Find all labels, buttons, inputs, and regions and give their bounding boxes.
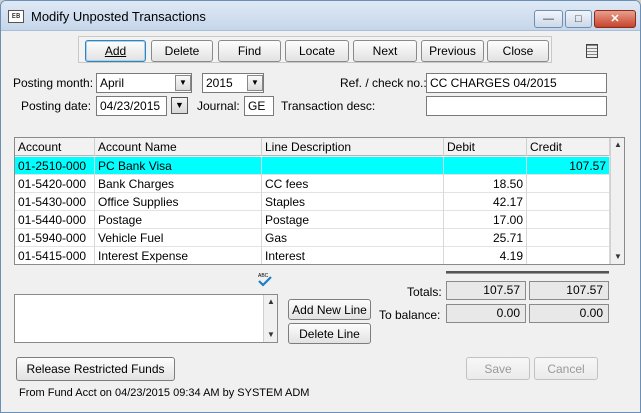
scroll-down-icon[interactable]: ▼ xyxy=(611,250,624,264)
cell-account[interactable]: 01-5430-000 xyxy=(15,193,95,211)
release-restricted-funds-button[interactable]: Release Restricted Funds xyxy=(16,357,175,381)
notes-scroll-down-icon[interactable]: ▼ xyxy=(264,328,278,342)
posting-date-input[interactable]: 04/23/2015 xyxy=(96,96,167,116)
cell-account[interactable]: 01-5420-000 xyxy=(15,175,95,193)
table-row[interactable]: 01-5940-000 Vehicle Fuel Gas 25.71 xyxy=(15,229,610,247)
cell-line-description[interactable]: CC fees xyxy=(262,175,444,193)
cell-line-description[interactable]: Staples xyxy=(262,193,444,211)
table-row[interactable]: 01-5415-000 Interest Expense Interest 4.… xyxy=(15,247,610,264)
maximize-button[interactable]: □ xyxy=(565,10,592,28)
cell-credit[interactable] xyxy=(527,247,610,264)
cell-account[interactable]: 01-5415-000 xyxy=(15,247,95,264)
column-header-line-description[interactable]: Line Description xyxy=(262,138,444,156)
previous-button[interactable]: Previous xyxy=(421,40,484,62)
ref-check-label: Ref. / check no.: xyxy=(340,76,427,90)
close-window-button[interactable]: ✕ xyxy=(594,10,636,28)
cancel-button[interactable]: Cancel xyxy=(534,357,598,380)
totals-label: Totals: xyxy=(407,285,442,299)
delete-line-button[interactable]: Delete Line xyxy=(288,323,371,344)
cell-credit[interactable] xyxy=(527,175,610,193)
cell-account[interactable]: 01-5940-000 xyxy=(15,229,95,247)
line-notes-textarea[interactable]: ▲ ▼ xyxy=(14,294,278,343)
posting-month-label: Posting month: xyxy=(13,76,94,90)
posting-date-label: Posting date: xyxy=(21,99,92,113)
grid-header: Account Account Name Line Description De… xyxy=(15,138,610,156)
cell-account-name[interactable]: Office Supplies xyxy=(95,193,262,211)
total-credit-field: 107.57 xyxy=(529,281,609,300)
save-button[interactable]: Save xyxy=(466,357,530,380)
cell-line-description[interactable]: Gas xyxy=(262,229,444,247)
posting-year-value: 2015 xyxy=(206,76,233,90)
audit-footer: From Fund Acct on 04/23/2015 09:34 AM by… xyxy=(19,387,310,399)
calculator-icon[interactable] xyxy=(586,44,598,58)
close-button[interactable]: Close xyxy=(487,40,549,62)
transaction-desc-input[interactable] xyxy=(426,96,607,116)
record-toolbar: Add Delete Find Locate Next Previous Clo… xyxy=(78,36,552,63)
total-debit-field: 107.57 xyxy=(446,281,526,300)
grid-scrollbar[interactable]: ▲ ▼ xyxy=(610,138,624,264)
balance-debit-field: 0.00 xyxy=(446,304,526,323)
cell-debit[interactable]: 42.17 xyxy=(444,193,527,211)
cell-credit[interactable]: 107.57 xyxy=(527,157,610,175)
delete-button[interactable]: Delete xyxy=(151,40,213,62)
transaction-desc-label: Transaction desc: xyxy=(281,99,376,113)
find-button[interactable]: Find xyxy=(218,40,281,62)
cell-debit[interactable]: 18.50 xyxy=(444,175,527,193)
window-title: Modify Unposted Transactions xyxy=(31,9,206,24)
cell-line-description[interactable]: Postage xyxy=(262,211,444,229)
cell-account[interactable]: 01-2510-000 xyxy=(15,157,95,175)
cell-account-name[interactable]: PC Bank Visa xyxy=(95,157,262,175)
ref-check-input[interactable]: CC CHARGES 04/2015 xyxy=(426,73,607,93)
cell-debit[interactable]: 25.71 xyxy=(444,229,527,247)
to-balance-label: To balance: xyxy=(379,308,441,322)
journal-input[interactable]: GE xyxy=(244,96,274,116)
cell-debit[interactable]: 4.19 xyxy=(444,247,527,264)
transaction-lines-grid: Account Account Name Line Description De… xyxy=(14,137,625,265)
title-bar: EB Modify Unposted Transactions — □ ✕ xyxy=(1,1,640,31)
app-icon: EB xyxy=(8,10,24,23)
cell-account-name[interactable]: Postage xyxy=(95,211,262,229)
table-row[interactable]: 01-5430-000 Office Supplies Staples 42.1… xyxy=(15,193,610,211)
journal-label: Journal: xyxy=(197,99,240,113)
cell-account-name[interactable]: Interest Expense xyxy=(95,247,262,264)
posting-month-dropdown-icon[interactable]: ▼ xyxy=(175,75,191,91)
posting-month-value: April xyxy=(100,76,125,90)
next-button[interactable]: Next xyxy=(353,40,417,62)
add-button[interactable]: Add xyxy=(85,40,146,62)
table-row[interactable]: 01-2510-000 PC Bank Visa 107.57 xyxy=(15,157,610,175)
spell-check-label: ABC xyxy=(258,273,269,279)
cell-line-description[interactable] xyxy=(262,157,444,175)
cell-credit[interactable] xyxy=(527,229,610,247)
cell-account-name[interactable]: Bank Charges xyxy=(95,175,262,193)
column-header-debit[interactable]: Debit xyxy=(444,138,527,156)
minimize-button[interactable]: — xyxy=(534,10,563,28)
date-picker-dropdown-icon[interactable]: ▼ xyxy=(171,97,188,114)
table-row[interactable]: 01-5440-000 Postage Postage 17.00 xyxy=(15,211,610,229)
table-row[interactable]: 01-5420-000 Bank Charges CC fees 18.50 xyxy=(15,175,610,193)
notes-scrollbar[interactable]: ▲ ▼ xyxy=(263,295,277,342)
modify-unposted-transactions-window: EB Modify Unposted Transactions — □ ✕ Ad… xyxy=(0,0,641,413)
cell-debit[interactable] xyxy=(444,157,527,175)
balance-credit-field: 0.00 xyxy=(529,304,609,323)
cell-credit[interactable] xyxy=(527,211,610,229)
totals-divider xyxy=(446,271,609,274)
cell-account[interactable]: 01-5440-000 xyxy=(15,211,95,229)
column-header-credit[interactable]: Credit xyxy=(527,138,610,156)
locate-button[interactable]: Locate xyxy=(285,40,349,62)
cell-account-name[interactable]: Vehicle Fuel xyxy=(95,229,262,247)
cell-debit[interactable]: 17.00 xyxy=(444,211,527,229)
cell-credit[interactable] xyxy=(527,193,610,211)
posting-year-dropdown-icon[interactable]: ▼ xyxy=(247,75,263,91)
column-header-account-name[interactable]: Account Name xyxy=(95,138,262,156)
add-new-line-button[interactable]: Add New Line xyxy=(288,299,371,320)
column-header-account[interactable]: Account xyxy=(15,138,95,156)
cell-line-description[interactable]: Interest xyxy=(262,247,444,264)
spell-check-icon[interactable]: ABC xyxy=(256,271,274,287)
scroll-up-icon[interactable]: ▲ xyxy=(611,138,624,152)
notes-scroll-up-icon[interactable]: ▲ xyxy=(264,295,278,309)
